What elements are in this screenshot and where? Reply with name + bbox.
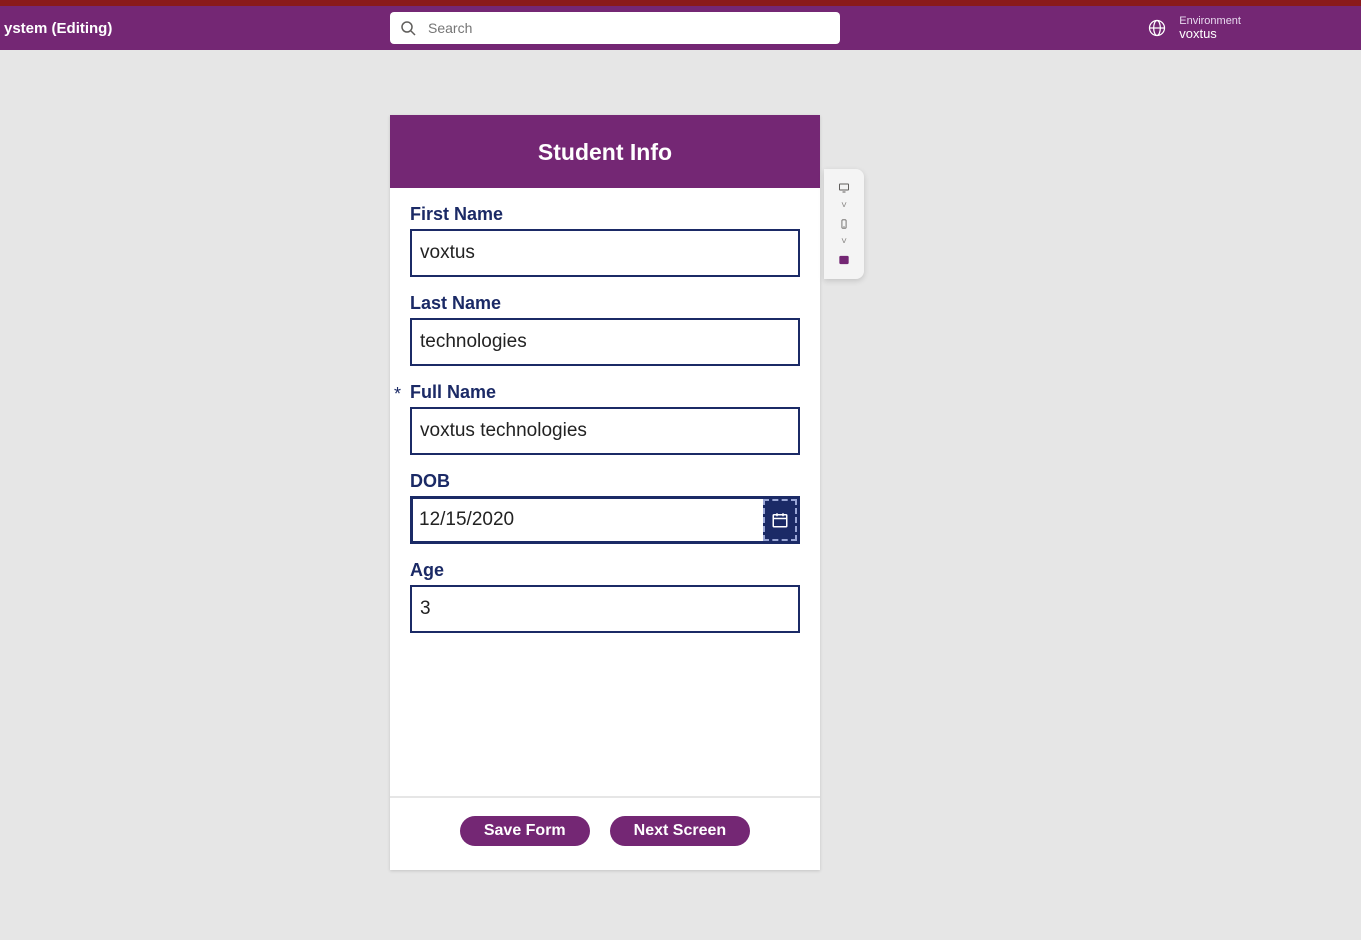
search-input[interactable]	[416, 20, 830, 36]
dob-label: DOB	[410, 471, 800, 492]
form-title: Student Info	[390, 117, 820, 188]
form-footer: Save Form Next Screen	[390, 796, 820, 870]
first-name-input[interactable]	[410, 229, 800, 277]
date-picker-button[interactable]	[763, 499, 797, 541]
phone-icon	[839, 216, 849, 232]
field-first-name: First Name	[410, 204, 800, 277]
field-full-name: * Full Name	[410, 382, 800, 455]
calendar-icon	[771, 511, 789, 529]
monitor-icon	[836, 182, 852, 194]
app-title: ystem (Editing)	[0, 20, 112, 37]
search-icon	[400, 20, 416, 36]
field-dob: DOB	[410, 471, 800, 544]
first-name-label: First Name	[410, 204, 800, 225]
full-name-input[interactable]	[410, 407, 800, 455]
form-card: Student Info First Name Last Name * Full…	[390, 115, 820, 870]
search-box[interactable]	[390, 12, 840, 44]
top-bar: ystem (Editing) Environment voxtus	[0, 6, 1361, 50]
device-preview-panel: ˅ ˅	[824, 169, 864, 279]
canvas-area: Student Info First Name Last Name * Full…	[0, 50, 1361, 940]
environment-text: Environment voxtus	[1179, 15, 1241, 41]
environment-selector[interactable]: Environment voxtus	[1147, 15, 1241, 41]
save-button[interactable]: Save Form	[460, 816, 590, 846]
dob-input-wrap	[410, 496, 800, 544]
next-button[interactable]: Next Screen	[610, 816, 751, 846]
device-desktop-button[interactable]	[832, 179, 856, 197]
device-phone-button[interactable]	[832, 215, 856, 233]
last-name-input[interactable]	[410, 318, 800, 366]
environment-value: voxtus	[1179, 27, 1241, 41]
field-last-name: Last Name	[410, 293, 800, 366]
form-body: First Name Last Name * Full Name DOB	[390, 188, 820, 796]
last-name-label: Last Name	[410, 293, 800, 314]
chevron-down-icon: ˅	[841, 201, 847, 211]
globe-icon	[1147, 18, 1167, 38]
full-name-label: Full Name	[410, 382, 800, 403]
required-indicator: *	[394, 384, 401, 405]
age-value: 3	[410, 585, 800, 633]
field-age: Age 3	[410, 560, 800, 633]
tablet-icon	[836, 253, 852, 267]
age-label: Age	[410, 560, 800, 581]
dob-input[interactable]	[413, 499, 763, 541]
chevron-down-icon: ˅	[841, 237, 847, 247]
device-tablet-button[interactable]	[832, 251, 856, 269]
